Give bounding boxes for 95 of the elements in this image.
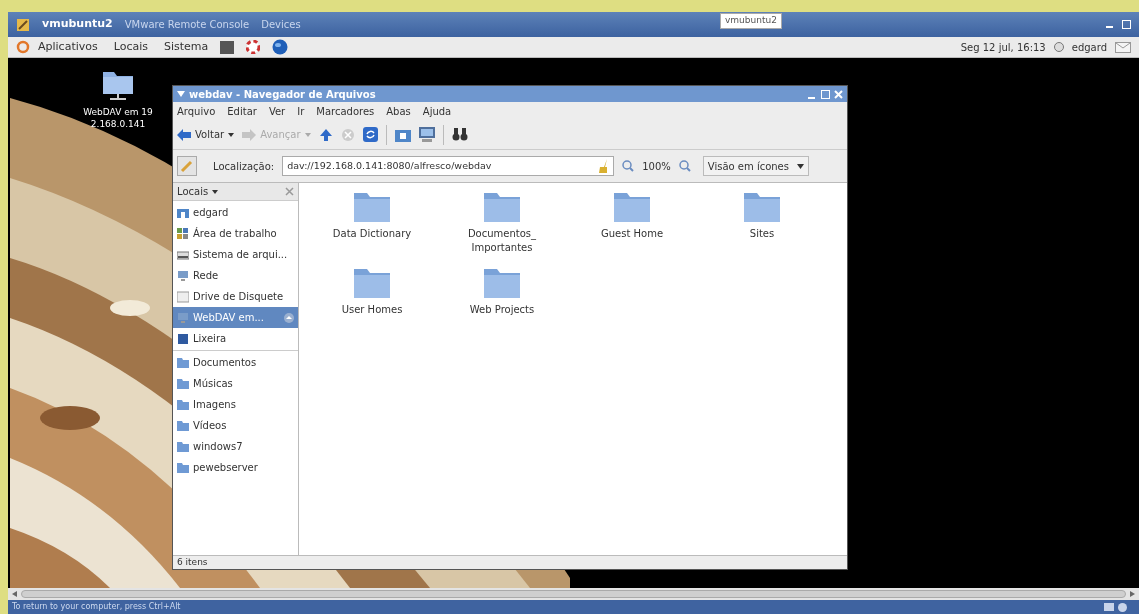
file-label[interactable]: Sites (712, 227, 812, 241)
maximize-icon[interactable] (821, 89, 830, 99)
folder-icon[interactable] (483, 267, 521, 299)
sidebar-item[interactable]: pewebserver (173, 457, 298, 478)
window-title: vmubuntu2 (42, 16, 113, 33)
icon-label[interactable]: WebDAV em 192.168.0.141 (79, 106, 157, 130)
folder-icon (177, 461, 189, 474)
file-label[interactable]: Documentos_ Importantes (452, 227, 552, 255)
drive-icon (177, 248, 189, 261)
scroll-right-icon[interactable] (1130, 591, 1135, 597)
home-icon (177, 206, 189, 219)
stop-icon[interactable] (340, 127, 355, 142)
maximize-icon[interactable] (1122, 20, 1131, 29)
scrollbar-thumb[interactable] (21, 590, 1126, 598)
menu-item[interactable]: Marcadores (316, 103, 375, 119)
folder-icon (177, 419, 189, 432)
status-text: 6 itens (177, 555, 208, 569)
sidebar-item[interactable]: Drive de Disquete (173, 286, 298, 307)
ubuntu-logo-icon[interactable] (16, 40, 30, 54)
menu-item[interactable]: Arquivo (177, 103, 216, 119)
menu-item[interactable]: Devices (261, 17, 301, 32)
zoom-out-icon[interactable] (622, 160, 635, 172)
broom-icon[interactable] (599, 159, 610, 173)
menu-item[interactable]: Aplicativos (38, 38, 98, 56)
sidebar-item[interactable]: Vídeos (173, 415, 298, 436)
sidebar-item[interactable]: WebDAV em... (173, 307, 298, 328)
caret-icon (228, 132, 235, 137)
folder-icon (177, 440, 189, 453)
sidebar-item[interactable]: Músicas (173, 373, 298, 394)
status-text: To return to your computer, press Ctrl+Alt (12, 601, 181, 613)
menu-item[interactable]: Ir (297, 103, 305, 119)
desktop-icon (177, 227, 189, 240)
folder-icon[interactable] (353, 267, 391, 299)
caret-icon (797, 163, 804, 169)
window-title: webdav - Navegador de Arquivos (189, 87, 376, 102)
sidebar-item[interactable]: Rede (173, 265, 298, 286)
drive-icon[interactable] (1104, 602, 1114, 611)
up-arrow-icon[interactable] (318, 127, 333, 142)
home-folder-icon[interactable] (394, 127, 411, 142)
user-icon (1053, 42, 1064, 52)
sidebar-item[interactable]: Imagens (173, 394, 298, 415)
back-button[interactable]: Voltar (177, 127, 235, 142)
network-icon (177, 269, 189, 282)
network-icon[interactable] (1118, 602, 1127, 612)
globe-icon[interactable] (272, 39, 289, 55)
scroll-left-icon[interactable] (12, 591, 17, 597)
eject-icon[interactable] (284, 312, 294, 323)
menu-item[interactable]: Ajuda (422, 103, 452, 119)
sidebar-item[interactable]: Lixeira (173, 328, 298, 349)
trash-icon (177, 332, 189, 345)
zoom-in-icon[interactable] (678, 160, 691, 172)
menu-item[interactable]: Ver (268, 103, 286, 119)
sidebar-item[interactable]: edgard (173, 202, 298, 223)
location-label: Localização: (213, 159, 275, 174)
help-icon[interactable] (246, 40, 261, 54)
reload-icon[interactable] (362, 127, 378, 142)
clock[interactable]: Seg 12 jul, 16:13 (960, 39, 1046, 55)
caret-icon (212, 189, 219, 194)
menu-item[interactable]: Sistema (164, 38, 209, 56)
folder-icon[interactable] (613, 191, 651, 223)
menu-item[interactable]: Locais (113, 38, 148, 56)
computer-icon[interactable] (418, 127, 435, 142)
forward-arrow-icon (242, 128, 257, 141)
folder-icon[interactable] (483, 191, 521, 223)
sidebar-item[interactable]: Área de trabalho (173, 223, 298, 244)
menu-arrow-icon[interactable] (177, 91, 185, 97)
folder-icon[interactable] (743, 191, 781, 223)
sidebar-item[interactable]: Sistema de arqui... (173, 244, 298, 265)
folder-icon (177, 377, 189, 390)
folder-icon (177, 356, 189, 369)
window-subtitle: VMware Remote Console (124, 18, 250, 32)
caret-icon (304, 132, 311, 137)
file-label[interactable]: Web Projects (452, 303, 552, 317)
menu-item[interactable]: Editar (227, 103, 257, 119)
back-arrow-icon (177, 128, 191, 141)
app-icon (16, 17, 30, 32)
sidebar-item[interactable]: Documentos (173, 352, 298, 373)
tooltip: vmubuntu2 (720, 13, 782, 29)
folder-icon (177, 398, 189, 411)
file-label[interactable]: User Homes (322, 303, 422, 317)
binoculars-icon[interactable] (451, 128, 468, 141)
zoom-level[interactable]: 100% (642, 158, 671, 174)
edit-icon[interactable] (177, 156, 197, 176)
mail-icon[interactable] (1115, 41, 1131, 53)
floppy-icon (177, 290, 189, 303)
folder-icon[interactable] (353, 191, 391, 223)
sidebar-item[interactable]: windows7 (173, 436, 298, 457)
location-field[interactable]: dav://192.168.0.141:8080/alfresco/webdav (282, 156, 615, 176)
user-name[interactable]: edgard (1071, 39, 1107, 55)
network-icon (177, 311, 189, 324)
menu-item[interactable]: Abas (386, 103, 411, 119)
view-dropdown[interactable]: Visão em ícones (702, 156, 809, 176)
close-icon[interactable] (285, 187, 294, 196)
file-label[interactable]: Data Dictionary (322, 227, 422, 241)
file-label[interactable]: Guest Home (582, 227, 682, 241)
